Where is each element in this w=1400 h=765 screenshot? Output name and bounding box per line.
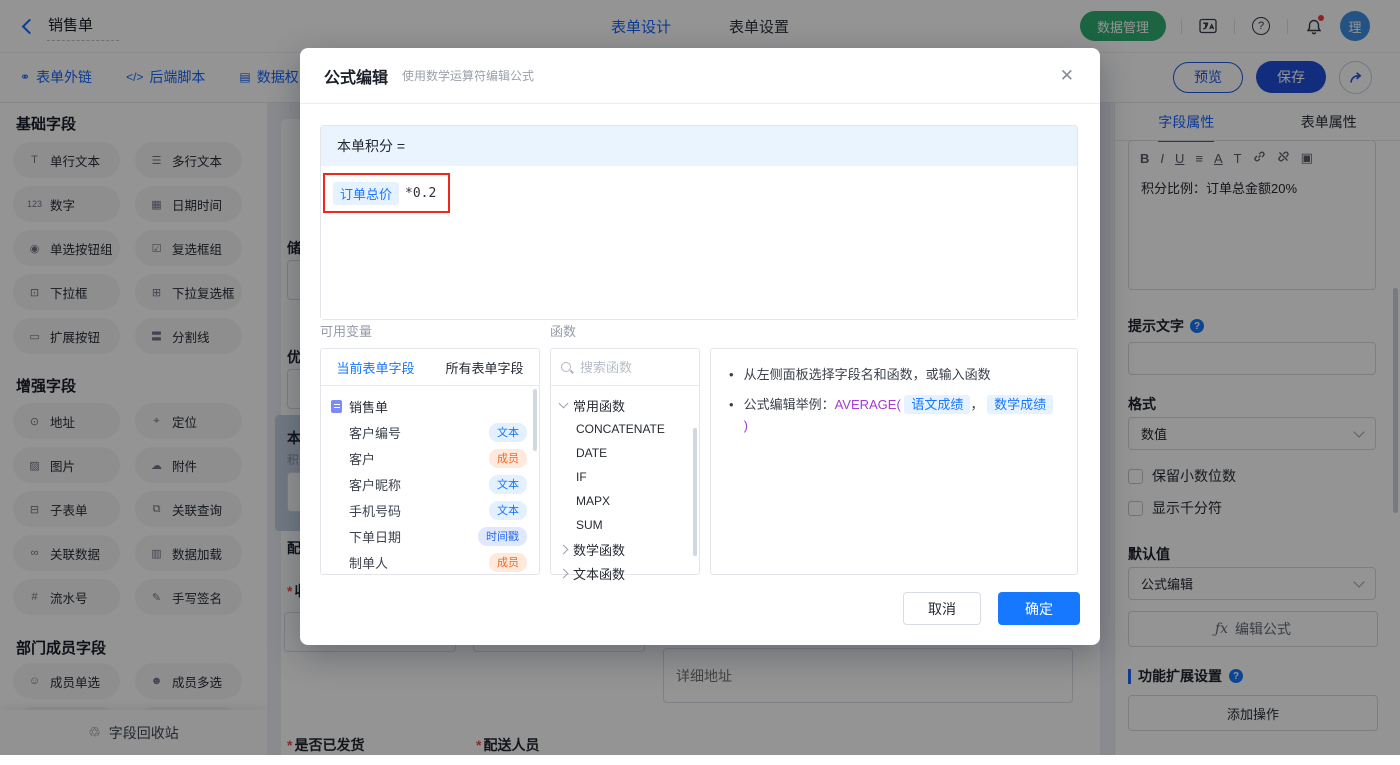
variables-label: 可用变量 bbox=[320, 321, 372, 340]
modal-title: 公式编辑 bbox=[324, 64, 388, 88]
function-item[interactable]: MAPX bbox=[551, 489, 699, 513]
help-line-1: 从左侧面板选择字段名和函数，或输入函数 bbox=[729, 364, 1059, 385]
document-icon bbox=[331, 400, 342, 413]
close-icon[interactable] bbox=[1058, 64, 1076, 88]
function-group-math[interactable]: 数学函数 bbox=[551, 537, 699, 561]
example-field-chip: 数学成绩 bbox=[987, 395, 1053, 414]
variable-row[interactable]: 手机号码文本 bbox=[321, 497, 539, 523]
field-token[interactable]: 订单总价 bbox=[333, 182, 399, 205]
bullet-icon bbox=[729, 394, 734, 436]
variables-panel: 当前表单字段 所有表单字段 销售单 客户编号文本 客户成员 客户昵称文本 手机号… bbox=[320, 348, 540, 575]
type-badge: 文本 bbox=[489, 423, 527, 442]
function-search[interactable] bbox=[551, 349, 699, 386]
functions-panel: 常用函数 CONCATENATE DATE IF MAPX SUM 数学函数 文… bbox=[550, 348, 700, 575]
variable-row[interactable]: 制单人成员 bbox=[321, 549, 539, 575]
variable-row[interactable]: 下单日期时间戳 bbox=[321, 523, 539, 549]
variable-row[interactable]: 客户昵称文本 bbox=[321, 471, 539, 497]
tab-all-form-fields[interactable]: 所有表单字段 bbox=[430, 349, 539, 385]
variables-scrollbar[interactable] bbox=[533, 389, 537, 451]
formula-expression: *0.2 bbox=[405, 186, 436, 201]
modal-header: 公式编辑 使用数学运算符编辑公式 bbox=[300, 48, 1100, 104]
variables-list: 销售单 客户编号文本 客户成员 客户昵称文本 手机号码文本 下单日期时间戳 制单… bbox=[321, 386, 539, 581]
form-root-node[interactable]: 销售单 bbox=[321, 393, 539, 419]
type-badge: 文本 bbox=[489, 475, 527, 494]
function-item[interactable]: SUM bbox=[551, 513, 699, 537]
variable-row[interactable]: 客户成员 bbox=[321, 445, 539, 471]
cancel-button[interactable]: 取消 bbox=[903, 592, 981, 625]
caret-down-icon bbox=[559, 399, 569, 409]
search-icon bbox=[561, 362, 571, 372]
function-group-text[interactable]: 文本函数 bbox=[551, 561, 699, 585]
type-badge: 成员 bbox=[489, 553, 527, 572]
modal-subtitle: 使用数学运算符编辑公式 bbox=[402, 67, 534, 84]
formula-input-area[interactable]: 订单总价 *0.2 bbox=[321, 166, 1077, 319]
formula-editor-modal: 公式编辑 使用数学运算符编辑公式 本单积分 = 订单总价 *0.2 可用变量 函… bbox=[300, 48, 1100, 645]
type-badge: 成员 bbox=[489, 449, 527, 468]
function-search-input[interactable] bbox=[578, 359, 689, 376]
caret-right-icon bbox=[559, 568, 569, 578]
formula-target: 本单积分 = bbox=[321, 126, 1077, 166]
help-line-2: 公式编辑举例：AVERAGE( 语文成绩， 数学成绩 ) bbox=[729, 394, 1059, 436]
variable-row[interactable]: 客户编号文本 bbox=[321, 419, 539, 445]
function-item[interactable]: IF bbox=[551, 465, 699, 489]
help-panel: 从左侧面板选择字段名和函数，或输入函数 公式编辑举例：AVERAGE( 语文成绩… bbox=[710, 348, 1078, 575]
functions-scrollbar[interactable] bbox=[693, 428, 697, 556]
type-badge: 文本 bbox=[489, 501, 527, 520]
bullet-icon bbox=[729, 364, 734, 385]
function-item[interactable]: CONCATENATE bbox=[551, 417, 699, 441]
formula-annotation-box: 订单总价 *0.2 bbox=[323, 173, 450, 213]
tab-current-form-fields[interactable]: 当前表单字段 bbox=[321, 349, 430, 385]
formula-box: 本单积分 = 订单总价 *0.2 bbox=[320, 125, 1078, 320]
function-group-common[interactable]: 常用函数 bbox=[551, 393, 699, 417]
confirm-button[interactable]: 确定 bbox=[998, 592, 1080, 625]
type-badge: 时间戳 bbox=[478, 527, 527, 546]
functions-label: 函数 bbox=[550, 321, 576, 340]
example-field-chip: 语文成绩 bbox=[904, 395, 970, 414]
function-tree: 常用函数 CONCATENATE DATE IF MAPX SUM 数学函数 文… bbox=[551, 386, 699, 585]
caret-right-icon bbox=[559, 544, 569, 554]
example-function-name: AVERAGE( bbox=[835, 397, 901, 412]
function-item[interactable]: DATE bbox=[551, 441, 699, 465]
